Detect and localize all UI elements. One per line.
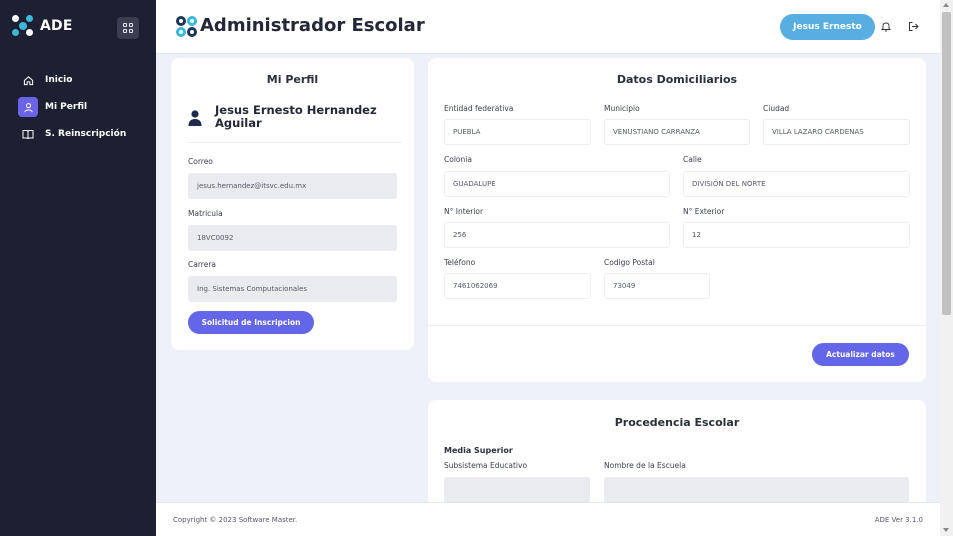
- cp-field[interactable]: 73049: [604, 273, 710, 299]
- interior-field[interactable]: 256: [444, 222, 670, 248]
- escuela-label: Nombre de la Escuela: [604, 461, 686, 470]
- subsistema-field[interactable]: [444, 477, 590, 503]
- matricula-label: Matricula: [188, 209, 223, 218]
- colonia-field[interactable]: GUADALUPE: [444, 171, 670, 197]
- matricula-field[interactable]: 18VC0092: [188, 225, 397, 251]
- sidebar-item-reinscripcion[interactable]: S. Reinscripción: [18, 124, 148, 144]
- interior-label: N° Interior: [444, 207, 484, 216]
- brand-logo-icon: [12, 15, 34, 37]
- page-scrollbar[interactable]: [940, 0, 953, 536]
- ciudad-field[interactable]: VILLA LAZARO CARDENAS: [763, 119, 910, 145]
- procedencia-card: Procedencia Escolar Media Superior Subsi…: [428, 400, 926, 510]
- app-logo-icon: [176, 16, 198, 38]
- exterior-field[interactable]: 12: [683, 222, 910, 248]
- profile-card-title: Mi Perfil: [266, 73, 319, 86]
- version-text: ADE Ver 3.1.0: [874, 516, 923, 524]
- email-label: Correo: [188, 157, 213, 166]
- bell-icon[interactable]: [878, 18, 894, 34]
- sidebar-toggle-button[interactable]: [117, 17, 139, 39]
- cp-label: Codigo Postal: [604, 258, 655, 267]
- user-menu-button[interactable]: Jesus Ernesto: [780, 14, 875, 40]
- home-icon: [18, 70, 38, 90]
- profile-card: Mi Perfil Jesus Ernesto Hernandez Aguila…: [171, 58, 414, 350]
- person-icon: [188, 110, 202, 126]
- carrera-label: Carrera: [188, 260, 216, 269]
- sidebar-item-mi-perfil[interactable]: Mi Perfil: [18, 97, 148, 117]
- book-icon: [18, 124, 38, 144]
- brand-name: ADE: [40, 18, 73, 34]
- copyright-text: Copyright © 2023 Software Master.: [173, 516, 298, 524]
- scroll-up-icon[interactable]: [943, 3, 949, 7]
- scroll-down-icon[interactable]: [943, 528, 949, 532]
- sidebar-item-inicio[interactable]: Inicio: [18, 70, 148, 90]
- telefono-field[interactable]: 7461062069: [444, 273, 591, 299]
- escuela-field[interactable]: [604, 477, 909, 503]
- entidad-field[interactable]: PUEBLA: [444, 119, 591, 145]
- grid-icon: [123, 23, 133, 33]
- media-superior-heading: Media Superior: [444, 446, 513, 455]
- divider: [187, 142, 402, 143]
- procedencia-card-title: Procedencia Escolar: [614, 416, 740, 429]
- municipio-label: Municipio: [604, 104, 640, 113]
- ciudad-label: Ciudad: [763, 104, 790, 113]
- sidebar-item-label: S. Reinscripción: [45, 129, 127, 139]
- domicilio-card: Datos Domiciliarios Entidad federativa P…: [428, 58, 926, 382]
- divider: [428, 325, 926, 326]
- sidebar-item-label: Inicio: [45, 75, 73, 85]
- actualizar-datos-button[interactable]: Actualizar datos: [812, 343, 909, 366]
- footer: Copyright © 2023 Software Master. ADE Ve…: [156, 502, 940, 536]
- exterior-label: N° Exterior: [683, 207, 725, 216]
- municipio-field[interactable]: VENUSTIANO CARRANZA: [604, 119, 750, 145]
- solicitud-inscripcion-button[interactable]: Solicitud de Inscripcion: [188, 311, 314, 334]
- email-field[interactable]: jesus.hernandez@itsvc.edu.mx: [188, 173, 397, 199]
- user-icon: [18, 97, 38, 117]
- telefono-label: Teléfono: [444, 258, 476, 267]
- brand[interactable]: ADE: [12, 14, 73, 38]
- sidebar: ADE Inicio Mi Perfil S. Reinscripción: [0, 0, 156, 536]
- domicilio-card-title: Datos Domiciliarios: [616, 73, 738, 86]
- calle-label: Calle: [683, 155, 702, 164]
- calle-field[interactable]: DIVISIÓN DEL NORTE: [683, 171, 910, 197]
- scroll-thumb[interactable]: [942, 12, 951, 315]
- app-title: Administrador Escolar: [200, 15, 425, 36]
- topbar: Administrador Escolar Jesus Ernesto: [156, 0, 940, 54]
- colonia-label: Colonia: [444, 155, 472, 164]
- logout-icon[interactable]: [905, 18, 921, 34]
- carrera-field[interactable]: Ing. Sistemas Computacionales: [188, 276, 397, 302]
- entidad-label: Entidad federativa: [444, 104, 514, 113]
- profile-name: Jesus Ernesto Hernandez Aguilar: [215, 103, 377, 130]
- sidebar-item-label: Mi Perfil: [45, 102, 88, 112]
- sidebar-nav: Inicio Mi Perfil S. Reinscripción: [18, 70, 148, 151]
- subsistema-label: Subsistema Educativo: [444, 461, 528, 470]
